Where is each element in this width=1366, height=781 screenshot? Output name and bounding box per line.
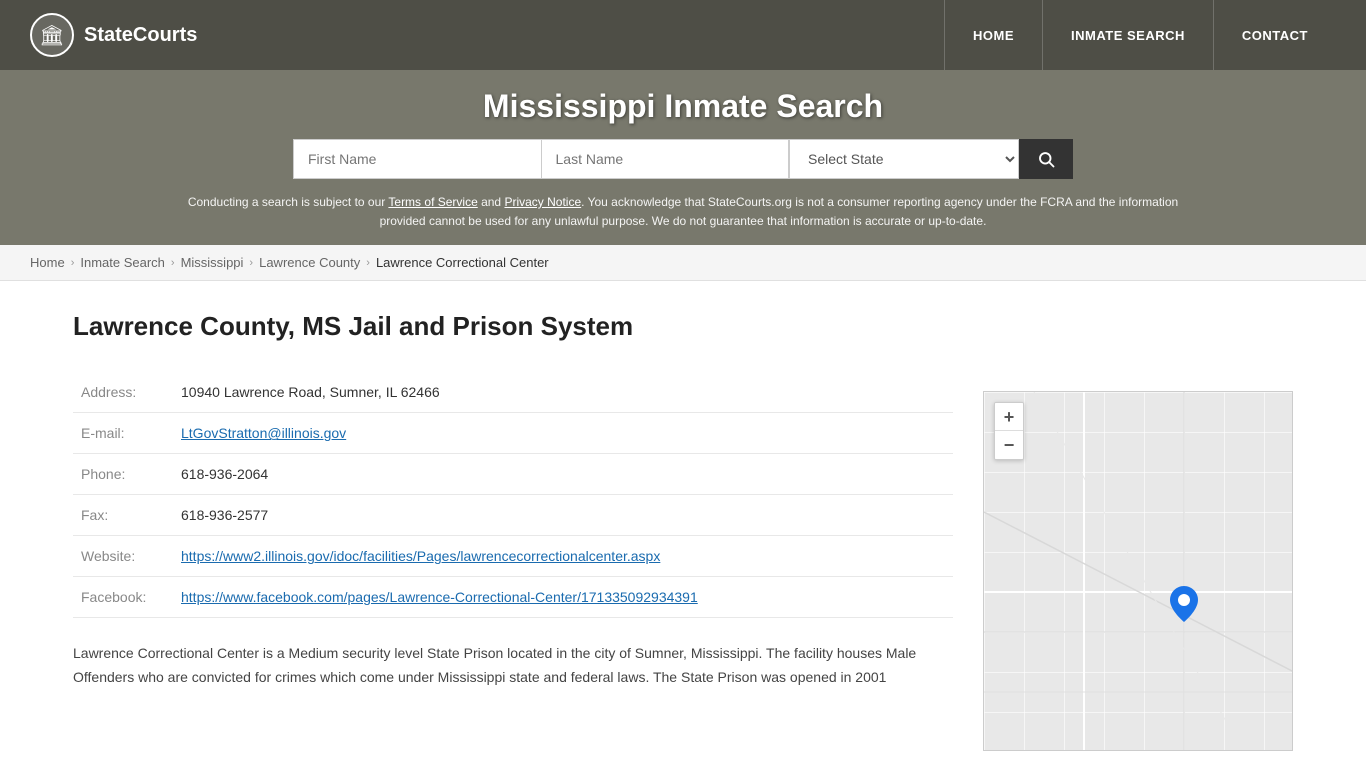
table-row-facebook: Facebook: https://www.facebook.com/pages… xyxy=(73,577,953,618)
privacy-link[interactable]: Privacy Notice xyxy=(504,195,581,209)
breadcrumb-county[interactable]: Lawrence County xyxy=(259,255,360,270)
search-icon xyxy=(1037,150,1055,168)
phone-label: Phone: xyxy=(73,454,173,495)
site-name: StateCourts xyxy=(84,24,197,47)
breadcrumb-sep-1: › xyxy=(71,257,75,269)
breadcrumb-sep-3: › xyxy=(249,257,253,269)
address-label: Address: xyxy=(73,372,173,413)
breadcrumb-current: Lawrence Correctional Center xyxy=(376,255,549,270)
first-name-input[interactable] xyxy=(293,139,541,179)
table-row-phone: Phone: 618-936-2064 xyxy=(73,454,953,495)
nav-contact[interactable]: CONTACT xyxy=(1213,0,1336,70)
facebook-link[interactable]: https://www.facebook.com/pages/Lawrence-… xyxy=(181,589,698,605)
top-navigation: 🏛 StateCourts HOME INMATE SEARCH CONTACT xyxy=(0,0,1366,70)
search-bar: Select State xyxy=(293,139,1073,179)
logo-icon: 🏛 xyxy=(30,13,74,57)
website-link[interactable]: https://www2.illinois.gov/idoc/facilitie… xyxy=(181,548,660,564)
email-label: E-mail: xyxy=(73,413,173,454)
hero-section: Mississippi Inmate Search Select State C… xyxy=(0,70,1366,245)
breadcrumb-sep-4: › xyxy=(366,257,370,269)
facility-info-table: Address: 10940 Lawrence Road, Sumner, IL… xyxy=(73,372,953,618)
fax-label: Fax: xyxy=(73,495,173,536)
nav-home[interactable]: HOME xyxy=(944,0,1042,70)
main-content: Lawrence County, MS Jail and Prison Syst… xyxy=(53,281,1313,781)
state-select[interactable]: Select State xyxy=(789,139,1019,179)
website-value: https://www2.illinois.gov/idoc/facilitie… xyxy=(173,536,953,577)
breadcrumb: Home › Inmate Search › Mississippi › Law… xyxy=(0,245,1366,281)
map-pin xyxy=(1170,586,1198,630)
map-zoom-controls: + − xyxy=(994,402,1024,460)
email-link[interactable]: LtGovStratton@illinois.gov xyxy=(181,425,346,441)
table-row-email: E-mail: LtGovStratton@illinois.gov xyxy=(73,413,953,454)
hero-disclaimer: Conducting a search is subject to our Te… xyxy=(183,193,1183,245)
breadcrumb-inmate-search[interactable]: Inmate Search xyxy=(80,255,165,270)
map-container[interactable]: + − xyxy=(983,391,1293,751)
page-heading: Lawrence County, MS Jail and Prison Syst… xyxy=(73,311,953,342)
zoom-in-button[interactable]: + xyxy=(995,403,1023,431)
facebook-label: Facebook: xyxy=(73,577,173,618)
facility-description: Lawrence Correctional Center is a Medium… xyxy=(73,642,953,690)
breadcrumb-state[interactable]: Mississippi xyxy=(181,255,244,270)
breadcrumb-home[interactable]: Home xyxy=(30,255,65,270)
content-area: Lawrence County, MS Jail and Prison Syst… xyxy=(73,311,953,751)
breadcrumb-sep-2: › xyxy=(171,257,175,269)
address-value: 10940 Lawrence Road, Sumner, IL 62466 xyxy=(173,372,953,413)
facebook-value: https://www.facebook.com/pages/Lawrence-… xyxy=(173,577,953,618)
last-name-input[interactable] xyxy=(541,139,790,179)
map-area: + − xyxy=(983,391,1293,751)
nav-inmate-search[interactable]: INMATE SEARCH xyxy=(1042,0,1213,70)
website-label: Website: xyxy=(73,536,173,577)
map-roads xyxy=(984,392,1292,750)
table-row-address: Address: 10940 Lawrence Road, Sumner, IL… xyxy=(73,372,953,413)
email-value: LtGovStratton@illinois.gov xyxy=(173,413,953,454)
hero-title: Mississippi Inmate Search xyxy=(483,88,883,125)
zoom-out-button[interactable]: − xyxy=(995,431,1023,459)
terms-link[interactable]: Terms of Service xyxy=(388,195,477,209)
table-row-fax: Fax: 618-936-2577 xyxy=(73,495,953,536)
nav-links: HOME INMATE SEARCH CONTACT xyxy=(944,0,1336,70)
phone-value: 618-936-2064 xyxy=(173,454,953,495)
table-row-website: Website: https://www2.illinois.gov/idoc/… xyxy=(73,536,953,577)
fax-value: 618-936-2577 xyxy=(173,495,953,536)
search-button[interactable] xyxy=(1019,139,1073,179)
site-logo[interactable]: 🏛 StateCourts xyxy=(30,13,197,57)
